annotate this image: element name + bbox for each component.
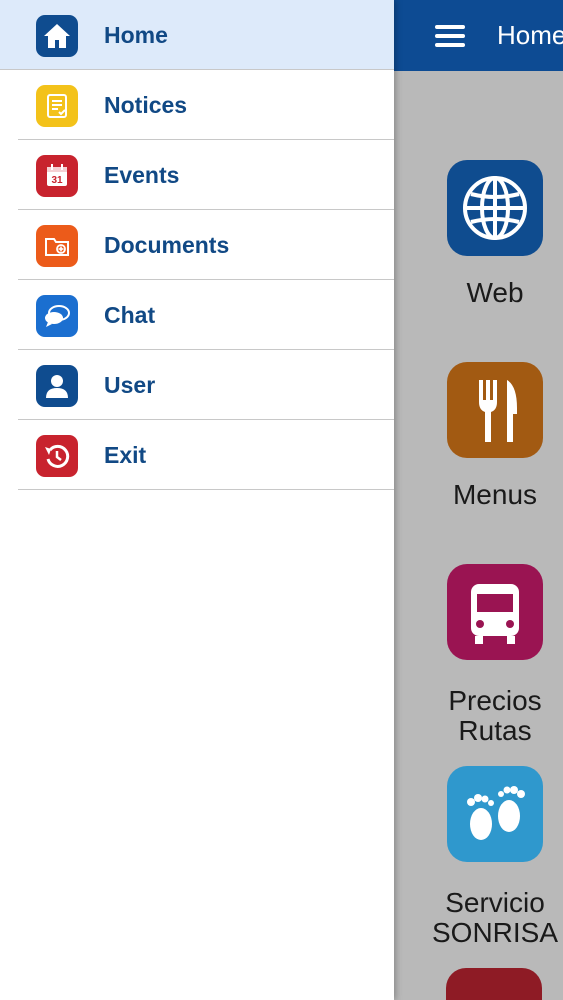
tile-label-line1: Precios xyxy=(448,685,542,716)
home-icon xyxy=(36,15,78,57)
page-title: Home xyxy=(497,20,563,50)
folder-icon xyxy=(36,225,78,267)
tile-label: Menus xyxy=(452,479,538,510)
hamburger-icon[interactable] xyxy=(435,25,465,47)
calendar-day: 31 xyxy=(51,175,63,186)
tile-label: Precios Rutas xyxy=(420,686,563,746)
tile-menus[interactable]: Menus xyxy=(420,362,563,510)
drawer-item-label: Notices xyxy=(104,92,188,118)
drawer-item-home[interactable]: Home xyxy=(0,0,394,70)
user-icon xyxy=(36,365,78,407)
drawer-item-events[interactable]: 31 Events xyxy=(0,140,394,210)
notice-icon xyxy=(36,85,78,127)
drawer-item-label: Events xyxy=(104,162,180,188)
drawer-item-label: User xyxy=(104,372,156,398)
drawer-item-label: Home xyxy=(104,22,168,48)
drawer-item-documents[interactable]: Documents xyxy=(0,210,394,280)
drawer-item-user[interactable]: User xyxy=(0,350,394,420)
tile-label: Web xyxy=(466,277,524,308)
tile-label: Servicio SONRISA xyxy=(420,888,563,948)
drawer-item-notices[interactable]: Notices xyxy=(0,70,394,140)
baby-feet-icon xyxy=(447,766,543,862)
drawer-item-chat[interactable]: Chat xyxy=(0,280,394,350)
tile-partial[interactable] xyxy=(446,968,542,1000)
tile-label-line1: Servicio xyxy=(445,887,545,918)
divider xyxy=(18,488,394,490)
exit-icon xyxy=(36,435,78,477)
tile-web[interactable]: Web xyxy=(420,160,563,308)
globe-icon xyxy=(447,160,543,256)
chat-icon xyxy=(36,295,78,337)
calendar-icon: 31 xyxy=(36,155,78,197)
bus-icon xyxy=(447,564,543,660)
tile-label-line2: Rutas xyxy=(458,715,532,746)
tile-servicio-sonrisa[interactable]: Servicio SONRISA xyxy=(420,766,563,948)
drawer-item-label: Chat xyxy=(104,302,156,328)
navigation-drawer: Home Notices 31 Events Documents Chat Us… xyxy=(0,0,394,1000)
drawer-item-label: Documents xyxy=(104,232,230,258)
tile-precios-rutas[interactable]: Precios Rutas xyxy=(420,564,563,746)
tile-label-line2: SONRISA xyxy=(431,917,559,948)
cutlery-icon xyxy=(447,362,543,458)
drawer-item-exit[interactable]: Exit xyxy=(0,420,394,490)
drawer-item-label: Exit xyxy=(104,442,147,468)
